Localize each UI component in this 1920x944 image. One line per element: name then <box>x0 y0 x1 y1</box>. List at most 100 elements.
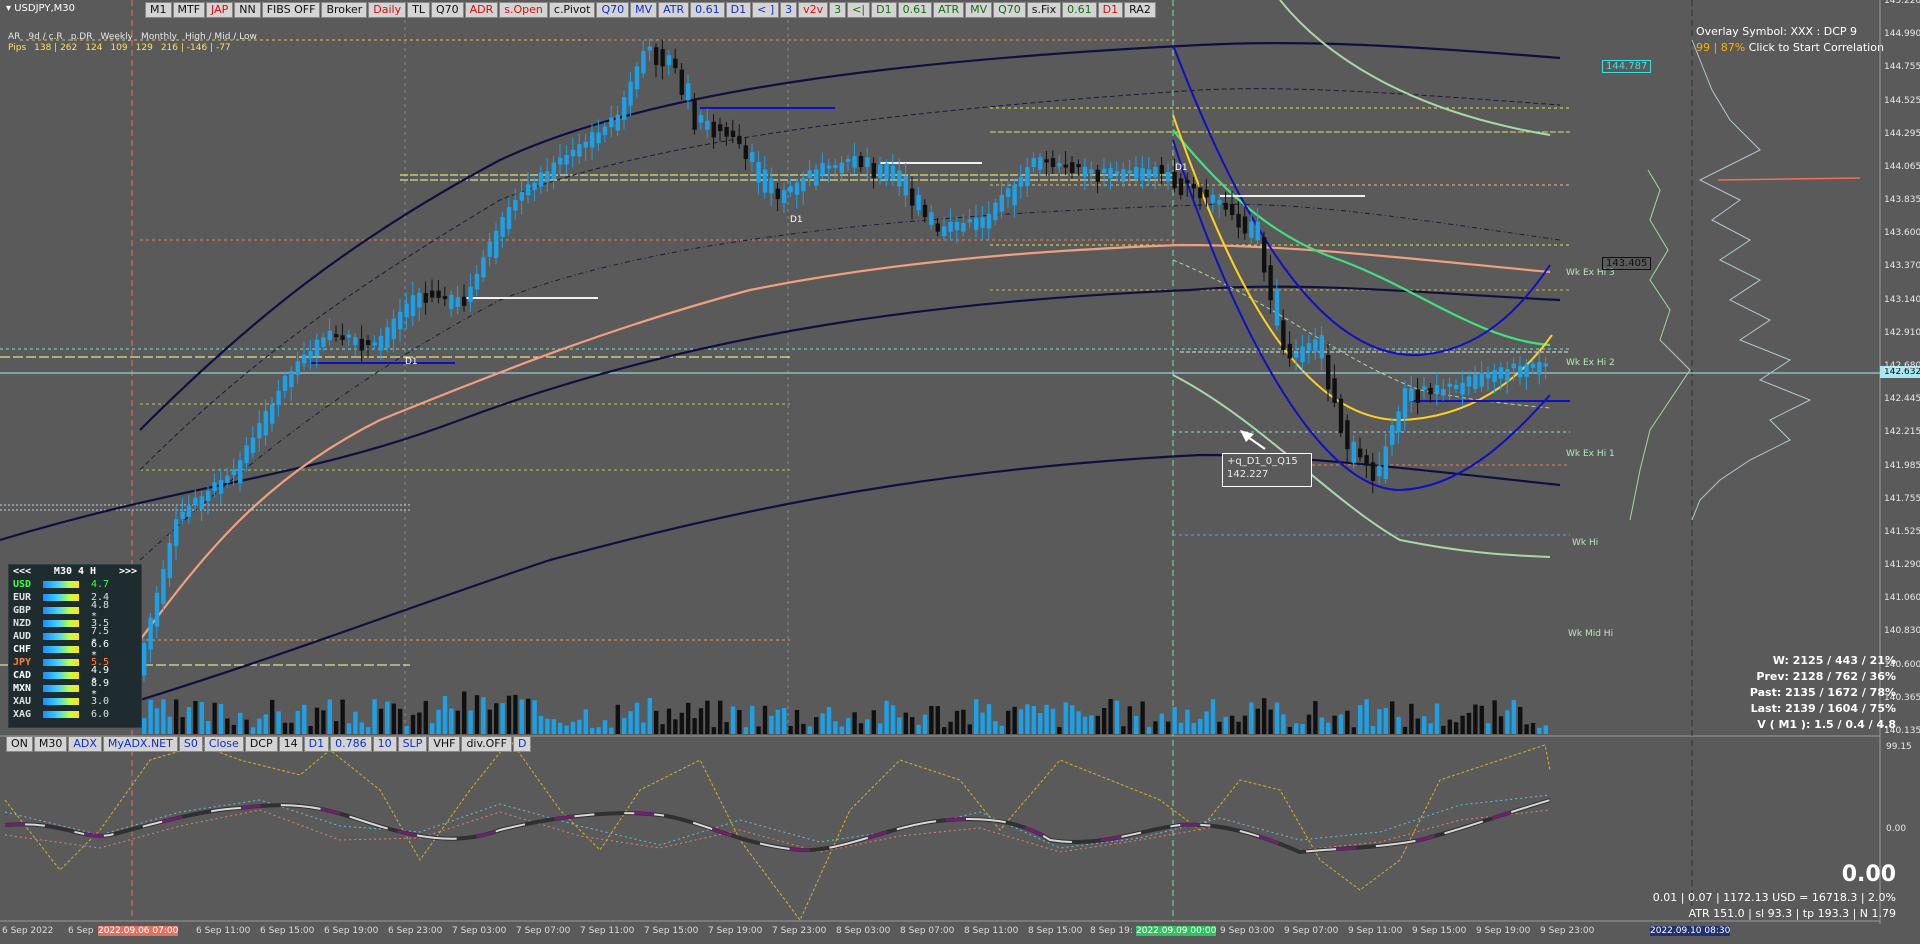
oscillator-axis-label: 99.15 <box>1886 742 1912 752</box>
stats-last: Last: 2139 / 1604 / 75% <box>1750 702 1896 715</box>
volume-bar <box>282 722 288 734</box>
candle-body <box>1409 388 1414 402</box>
candle-body <box>321 337 326 348</box>
volume-bar <box>359 722 364 734</box>
candle-body <box>404 303 409 318</box>
volume-bar <box>1428 723 1433 734</box>
indicator-button-2[interactable]: ADX <box>68 736 102 752</box>
indicator-button-8[interactable]: D1 <box>303 736 330 752</box>
candle-body <box>494 230 499 258</box>
candle-body <box>1262 237 1267 273</box>
volume-bar <box>487 709 492 734</box>
price-axis-label: 143.140 <box>1884 294 1920 305</box>
volume-bar <box>1332 715 1337 734</box>
volume-bar <box>846 718 851 734</box>
volume-bar <box>526 698 531 734</box>
strength-row-chf[interactable]: CHF 6.6 * <box>9 639 141 661</box>
candle-body <box>1223 202 1228 210</box>
indicator-button-13[interactable]: div.OFF <box>461 736 512 752</box>
price-axis-label: 143.835 <box>1884 195 1920 206</box>
volume-bar <box>730 706 736 734</box>
candle-body <box>1530 363 1536 368</box>
price-callout[interactable]: +q_D1_0_Q15 142.227 <box>1222 453 1312 487</box>
volume-bar <box>1255 708 1260 734</box>
strength-row-usd[interactable]: USD 4.7 <box>9 578 141 591</box>
candle-body <box>532 182 537 190</box>
indicator-button-11[interactable]: SLP <box>397 736 428 752</box>
candle-body <box>775 188 780 200</box>
candle-body <box>263 410 268 436</box>
strength-row-jpy[interactable]: JPY 5.5 <box>9 656 141 669</box>
volume-bar <box>1390 701 1395 734</box>
strength-row-xag[interactable]: XAG 6.0 <box>9 708 141 721</box>
ma-dash-1 <box>139 88 1561 471</box>
strength-row-nzd[interactable]: NZD 3.5 <box>9 617 141 630</box>
candle-body <box>193 497 198 506</box>
osc-yellow-dotted <box>4 739 1551 921</box>
price-axis-label: 141.985 <box>1884 460 1920 471</box>
price-axis-label: 141.525 <box>1884 526 1920 537</box>
volume-bar <box>551 719 556 734</box>
strength-prev-button[interactable]: <<< <box>13 566 31 577</box>
candle-body <box>1255 221 1260 241</box>
candle-body <box>1070 162 1075 174</box>
indicator-button-14[interactable]: D <box>512 736 532 752</box>
indicator-button-6[interactable]: DCP <box>244 736 278 752</box>
volume-bar <box>1441 725 1446 734</box>
volume-bar <box>801 723 806 734</box>
volume-bar <box>1012 706 1017 734</box>
indicator-button-1[interactable]: M30 <box>33 736 68 752</box>
strength-next-button[interactable]: >>> <box>119 566 137 577</box>
candle-body <box>974 217 979 230</box>
candle-body <box>1358 448 1363 458</box>
candle-body <box>167 543 172 579</box>
strength-row-xau[interactable]: XAU 3.0 <box>9 695 141 708</box>
candle-body <box>1191 183 1196 189</box>
strength-row-cad[interactable]: CAD 4.9 * <box>9 665 141 687</box>
candle-body <box>615 114 620 131</box>
indicator-button-12[interactable]: VHF <box>428 736 461 752</box>
price-axis-label: 141.060 <box>1884 593 1920 604</box>
candle-body <box>711 121 716 138</box>
candle-body <box>410 295 416 317</box>
indicator-button-3[interactable]: MyADX.NET <box>102 736 178 752</box>
candle-body <box>1268 265 1273 301</box>
price-chart[interactable] <box>0 0 1920 944</box>
volume-bar <box>609 727 614 734</box>
indicator-button-10[interactable]: 10 <box>372 736 397 752</box>
strength-row-aud[interactable]: AUD 7.5 * <box>9 626 141 648</box>
risk-line-2: ATR 151.0 | sl 93.3 | tp 193.3 | N 1.79 <box>1688 907 1896 920</box>
candle-body <box>999 194 1004 212</box>
candle-body <box>1076 164 1081 168</box>
candle-body <box>1108 168 1113 179</box>
indicator-button-4[interactable]: S0 <box>178 736 203 752</box>
candle-body <box>1166 171 1171 182</box>
price-axis-label: 140.830 <box>1884 626 1920 637</box>
indicator-button-7[interactable]: 14 <box>278 736 303 752</box>
volume-bar <box>692 718 697 734</box>
candle-body <box>506 206 512 229</box>
candle-body <box>1210 194 1216 203</box>
volume-bar <box>1063 702 1068 734</box>
volume-bar <box>1543 725 1548 734</box>
indicator-button-5[interactable]: Close <box>203 736 244 752</box>
time-axis-label: 6 Sep 15:00 <box>260 926 315 936</box>
candle-body <box>1146 169 1152 178</box>
volume-bar <box>910 717 915 734</box>
indicator-button-0[interactable]: ON <box>6 736 33 752</box>
volume-bar <box>1492 700 1497 734</box>
strength-row-mxn[interactable]: MXN 8.9 * <box>9 678 141 700</box>
indicator-button-9[interactable]: 0.786 <box>330 736 372 752</box>
candle-body <box>1044 159 1049 163</box>
candle-body <box>1134 167 1139 179</box>
strength-row-eur[interactable]: EUR 2.4 <box>9 591 141 604</box>
volume-bar <box>1466 712 1472 734</box>
volume-bar <box>628 711 633 734</box>
candle-body <box>378 335 384 351</box>
volume-bar <box>263 714 268 734</box>
volume-bar <box>1460 715 1465 734</box>
strength-row-gbp[interactable]: GBP 4.8 * <box>9 600 141 622</box>
candle-body <box>1454 384 1459 390</box>
volume-bar <box>1537 727 1542 734</box>
volume-bar <box>1415 718 1420 734</box>
